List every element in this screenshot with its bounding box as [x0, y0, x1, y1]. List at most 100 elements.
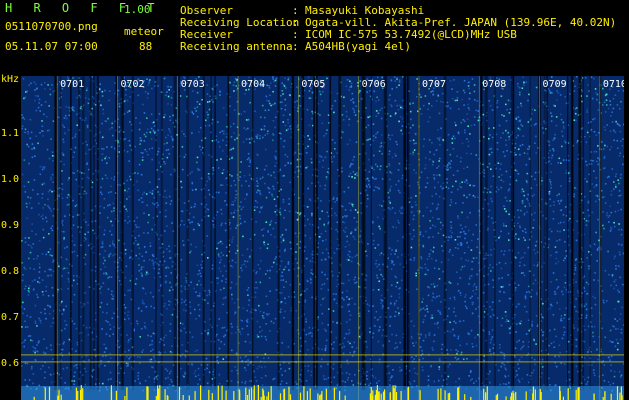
meteor-spike: [267, 391, 270, 400]
meteor-spike: [159, 385, 161, 400]
meteor-spike: [233, 391, 235, 400]
meteor-spike: [444, 390, 446, 400]
dark-stripe: [227, 76, 230, 390]
meteor-spike: [532, 393, 534, 400]
dark-stripe: [186, 76, 190, 390]
meteor-spike: [333, 387, 335, 400]
dark-stripe: [291, 76, 295, 390]
x-tick-label: 0705: [301, 79, 325, 90]
app-version: 1.00: [124, 3, 151, 16]
dark-stripe: [406, 76, 410, 390]
meteor-spike: [225, 390, 227, 400]
meteor-spike: [619, 392, 621, 400]
meteor-spike: [372, 396, 374, 400]
y-tick-label: 0.7: [1, 312, 20, 324]
meteor-spike: [211, 393, 213, 400]
dark-stripe: [252, 76, 254, 390]
dark-stripe: [70, 76, 72, 390]
meteor-spike: [486, 386, 488, 400]
meteor-spike: [178, 386, 181, 400]
dark-stripe: [479, 76, 483, 390]
x-tick-label: 0702: [120, 79, 144, 90]
meteor-spike: [309, 388, 311, 400]
meteor-spike: [257, 385, 259, 400]
meteor-spike: [464, 394, 466, 400]
dark-stripe: [59, 76, 62, 390]
meteor-spike: [158, 388, 160, 400]
dark-stripe: [90, 76, 92, 390]
meteor-spike: [182, 395, 184, 400]
meteor-spike: [248, 389, 250, 400]
meteor-spike: [270, 386, 272, 400]
dark-stripe: [173, 76, 177, 390]
meteor-spike: [245, 387, 247, 400]
meteor-spike: [394, 385, 396, 400]
dark-stripe: [277, 76, 280, 390]
dark-stripe: [313, 76, 315, 390]
meteor-spike: [221, 385, 223, 400]
dark-stripe: [589, 76, 591, 390]
meteor-spike: [58, 390, 60, 400]
meteor-spike: [263, 395, 265, 400]
meteor-spike: [525, 391, 527, 400]
y-axis: kHz 1.1 1.0 0.9 0.8 0.7 0.6: [0, 74, 21, 400]
x-tick-label: 0709: [543, 79, 567, 90]
meteor-count: 88: [139, 40, 153, 53]
meteor-spike: [279, 393, 282, 400]
dark-stripe: [301, 76, 305, 390]
spectrogram-plot: 0701 0702 0703 0704 0705 0706 0707 0708 0709 0710: [21, 76, 624, 400]
meteor-spike: [317, 393, 319, 400]
dark-stripe: [120, 76, 124, 390]
antenna-label: Receiving antenna: [180, 40, 293, 53]
dark-stripe: [316, 76, 318, 390]
dark-stripe: [494, 76, 496, 390]
meteor-spike: [250, 387, 253, 400]
x-tick-label: 0710: [603, 79, 624, 90]
dark-stripe: [383, 76, 387, 390]
meteor-spike: [110, 385, 112, 400]
meteor-spike: [238, 389, 240, 400]
dark-stripe: [96, 76, 99, 390]
dark-stripe: [78, 76, 81, 390]
meteor-spike: [389, 392, 391, 400]
meteor-spike: [392, 385, 394, 400]
meteor-spike: [288, 386, 290, 400]
dark-stripe: [210, 76, 212, 390]
meteor-spike: [378, 391, 380, 400]
dark-stripe: [543, 76, 546, 390]
header-panel: H R O F F T 1.00 0511070700.png meteor 0…: [0, 0, 629, 76]
x-tick-label: 0706: [362, 79, 386, 90]
y-tick-label: 0.9: [1, 220, 20, 232]
meteor-spike: [200, 385, 202, 400]
meteor-spike: [303, 386, 305, 400]
meteor-spike: [515, 391, 517, 400]
x-tick-label: 0703: [181, 79, 205, 90]
y-tick-label: 0.8: [1, 266, 20, 278]
meteor-spike: [407, 387, 409, 400]
meteor-spike: [344, 395, 346, 400]
date-time: 05.11.07 07:00: [5, 40, 98, 53]
meteor-spike: [194, 391, 196, 400]
meteor-spike: [57, 395, 59, 400]
dark-stripe: [81, 76, 85, 390]
meteor-spike: [485, 392, 487, 400]
meteor-spike: [369, 393, 371, 400]
dark-stripe: [582, 76, 585, 390]
meteor-spike: [60, 394, 62, 400]
meteor-spike: [440, 388, 442, 400]
dark-stripe: [443, 76, 447, 390]
meteor-spike: [126, 387, 128, 400]
meteor-spike: [253, 388, 255, 400]
meteor-spike: [262, 388, 264, 400]
meteor-spike: [616, 386, 619, 400]
x-tick-label: 0708: [482, 79, 506, 90]
meteor-spike: [188, 395, 190, 400]
x-tick-label: 0707: [422, 79, 446, 90]
file-name: 0511070700.png: [5, 20, 98, 33]
meteor-spike: [77, 391, 79, 400]
meteor-spike: [419, 390, 421, 400]
dark-stripe: [155, 76, 157, 390]
dark-stripe: [202, 76, 205, 390]
x-tick-label: 0701: [60, 79, 84, 90]
meteor-spike: [48, 386, 51, 400]
